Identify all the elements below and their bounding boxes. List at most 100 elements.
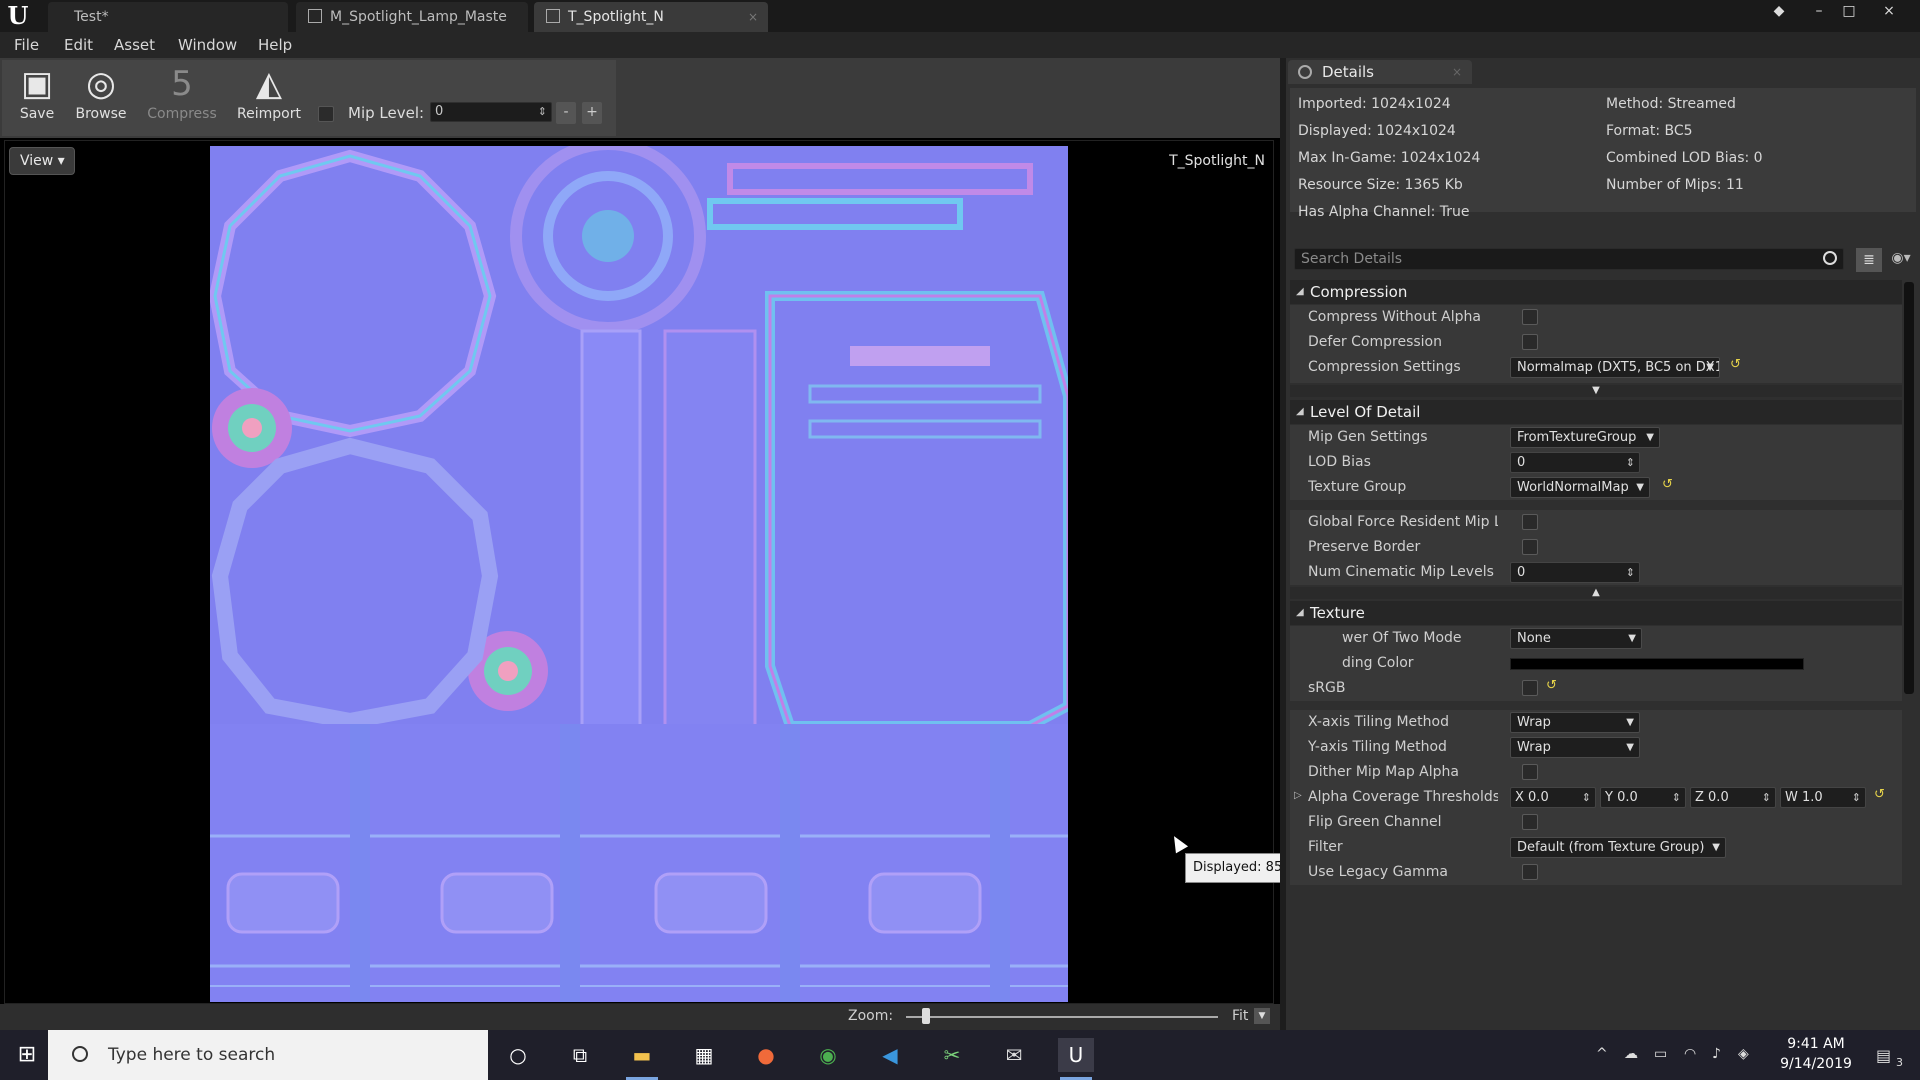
row-power-of-two-mode: wer Of Two Mode None ▼ — [1290, 626, 1902, 651]
close-window-icon[interactable]: × — [1876, 0, 1902, 22]
alpha-coverage-y-input[interactable]: Y 0.0 ⇕ — [1600, 787, 1686, 808]
texture-group-dropdown[interactable]: WorldNormalMap ▼ — [1510, 477, 1650, 498]
compression-settings-label: Compression Settings — [1308, 359, 1461, 375]
menu-help[interactable]: Help — [258, 36, 292, 54]
details-tab[interactable]: Details × — [1288, 60, 1472, 84]
advanced-expander-compression[interactable]: ▼ — [1290, 385, 1902, 397]
reset-to-default-icon[interactable]: ↺ — [1730, 357, 1741, 372]
unreal-logo-icon[interactable]: U — [4, 2, 32, 30]
defer-compression-checkbox[interactable] — [1522, 334, 1538, 350]
row-padding-color: ding Color — [1290, 651, 1902, 676]
show-hidden-icons-icon[interactable]: ^ — [1596, 1046, 1608, 1062]
mip-level-checkbox[interactable] — [318, 106, 334, 122]
minimize-icon[interactable]: – — [1806, 0, 1832, 22]
category-texture[interactable]: ◢ Texture — [1290, 601, 1902, 625]
volume-icon[interactable]: ♪ — [1712, 1046, 1721, 1062]
close-tab-icon[interactable]: × — [748, 2, 758, 32]
menu-window[interactable]: Window — [178, 36, 237, 54]
unreal-engine-icon[interactable]: U — [1058, 1038, 1094, 1080]
menu-bar: File Edit Asset Window Help — [0, 32, 1920, 58]
zoom-dropdown-icon[interactable]: ▼ — [1254, 1008, 1270, 1024]
zoom-slider[interactable] — [906, 1016, 1218, 1018]
zoom-slider-handle[interactable] — [922, 1008, 930, 1024]
lod-bias-input[interactable]: 0 ⇕ — [1510, 452, 1640, 473]
row-mip-gen-settings: Mip Gen Settings FromTextureGroup ▼ — [1290, 425, 1902, 450]
taskbar-search-input[interactable]: Type here to search — [48, 1030, 488, 1080]
dither-mip-map-alpha-checkbox[interactable] — [1522, 764, 1538, 780]
dropbox-icon[interactable]: ◈ — [1738, 1046, 1749, 1062]
menu-asset[interactable]: Asset — [114, 36, 155, 54]
spin-arrows-icon: ⇕ — [1851, 791, 1861, 804]
mail-icon[interactable]: ✉ — [996, 1038, 1032, 1072]
expand-arrow-icon[interactable]: ▷ — [1294, 790, 1302, 801]
category-level-of-detail[interactable]: ◢ Level Of Detail — [1290, 400, 1902, 424]
padding-color-swatch[interactable] — [1510, 658, 1804, 670]
view-options-eye-icon[interactable]: ◉▾ — [1886, 250, 1916, 270]
title-bar: U Test* M_Spotlight_Lamp_Maste T_Spotlig… — [0, 0, 1920, 32]
browse-button[interactable]: ◎ Browse — [70, 62, 132, 134]
filter-dropdown[interactable]: Default (from Texture Group) ▼ — [1510, 837, 1726, 858]
battery-icon[interactable]: ▭ — [1654, 1046, 1667, 1062]
view-menu-button[interactable]: View ▾ — [9, 147, 75, 175]
global-force-resident-checkbox[interactable] — [1522, 514, 1538, 530]
mip-level-decrement-button[interactable]: - — [556, 102, 576, 124]
row-filter: Filter Default (from Texture Group) ▼ — [1290, 835, 1902, 860]
mip-level-increment-button[interactable]: + — [582, 102, 602, 124]
menu-edit[interactable]: Edit — [64, 36, 93, 54]
preserve-border-checkbox[interactable] — [1522, 539, 1538, 555]
menu-file[interactable]: File — [14, 36, 39, 54]
reset-to-default-icon[interactable]: ↺ — [1662, 477, 1673, 492]
windows-start-icon[interactable]: ⊞ — [14, 1042, 40, 1068]
system-clock[interactable]: 9:41 AM 9/14/2019 — [1766, 1034, 1866, 1074]
search-details-input[interactable]: Search Details — [1294, 248, 1844, 270]
flip-green-channel-checkbox[interactable] — [1522, 814, 1538, 830]
tab-test[interactable]: Test* — [48, 2, 288, 32]
action-center-icon[interactable]: ▤ — [1876, 1046, 1891, 1065]
origin-icon[interactable]: ● — [748, 1038, 784, 1072]
reset-to-default-icon[interactable]: ↺ — [1874, 787, 1885, 802]
texture-viewport[interactable]: View ▾ T_Spotlight_N Displayed: 856x856 — [4, 140, 1331, 1004]
property-matrix-icon[interactable]: ≣ — [1856, 248, 1882, 272]
browse-label: Browse — [75, 106, 127, 122]
reimport-button[interactable]: ◭ Reimport — [230, 62, 308, 134]
alpha-coverage-x-input[interactable]: X 0.0 ⇕ — [1510, 787, 1596, 808]
vscode-icon[interactable]: ◀ — [872, 1038, 908, 1072]
compress-button[interactable]: 5 Compress — [144, 62, 220, 134]
clock-date: 9/14/2019 — [1780, 1056, 1852, 1072]
reset-to-default-icon[interactable]: ↺ — [1546, 678, 1557, 693]
onedrive-icon[interactable]: ☁ — [1624, 1046, 1638, 1062]
store-icon[interactable]: ▦ — [686, 1038, 722, 1072]
details-scrollbar[interactable] — [1904, 282, 1914, 694]
category-compression[interactable]: ◢ Compression — [1290, 280, 1902, 304]
power-of-two-mode-dropdown[interactable]: None ▼ — [1510, 628, 1642, 649]
cortana-icon[interactable]: ○ — [500, 1038, 536, 1072]
close-details-icon[interactable]: × — [1452, 60, 1462, 84]
maximize-icon[interactable]: □ — [1836, 0, 1862, 22]
save-button[interactable]: ▣ Save — [6, 62, 68, 134]
mip-level-input[interactable]: 0 ⇕ — [430, 102, 552, 122]
alpha-coverage-w-value: W 1.0 — [1785, 790, 1823, 805]
tab-material[interactable]: M_Spotlight_Lamp_Maste — [296, 2, 528, 32]
advanced-collapser-lod[interactable]: ▲ — [1290, 587, 1902, 599]
task-view-icon[interactable]: ⧉ — [562, 1038, 598, 1072]
use-legacy-gamma-checkbox[interactable] — [1522, 864, 1538, 880]
snipping-tool-icon[interactable]: ✂ — [934, 1038, 970, 1072]
num-cinematic-mip-levels-input[interactable]: 0 ⇕ — [1510, 562, 1640, 583]
compression-settings-dropdown[interactable]: Normalmap (DXT5, BC5 on DX11) ▼ — [1510, 357, 1720, 378]
compress-label: Compress — [147, 106, 217, 122]
x-axis-tiling-dropdown[interactable]: Wrap ▼ — [1510, 712, 1640, 733]
compress-without-alpha-checkbox[interactable] — [1522, 309, 1538, 325]
mip-gen-settings-dropdown[interactable]: FromTextureGroup ▼ — [1510, 427, 1660, 448]
texture-icon — [546, 9, 560, 23]
y-axis-tiling-dropdown[interactable]: Wrap ▼ — [1510, 737, 1640, 758]
alpha-coverage-w-input[interactable]: W 1.0 ⇕ — [1780, 787, 1866, 808]
lod-bias-value: 0 — [1517, 455, 1526, 470]
srgb-checkbox[interactable] — [1522, 680, 1538, 696]
file-explorer-icon[interactable]: ▬ — [624, 1038, 660, 1080]
alpha-coverage-z-input[interactable]: Z 0.0 ⇕ — [1690, 787, 1776, 808]
chevron-down-icon: ▼ — [1706, 362, 1714, 373]
network-icon[interactable]: ◠ — [1684, 1046, 1696, 1062]
tab-texture[interactable]: T_Spotlight_N × — [534, 2, 768, 32]
chrome-icon[interactable]: ◉ — [810, 1038, 846, 1072]
help-hat-icon[interactable]: ◆ — [1766, 0, 1792, 22]
